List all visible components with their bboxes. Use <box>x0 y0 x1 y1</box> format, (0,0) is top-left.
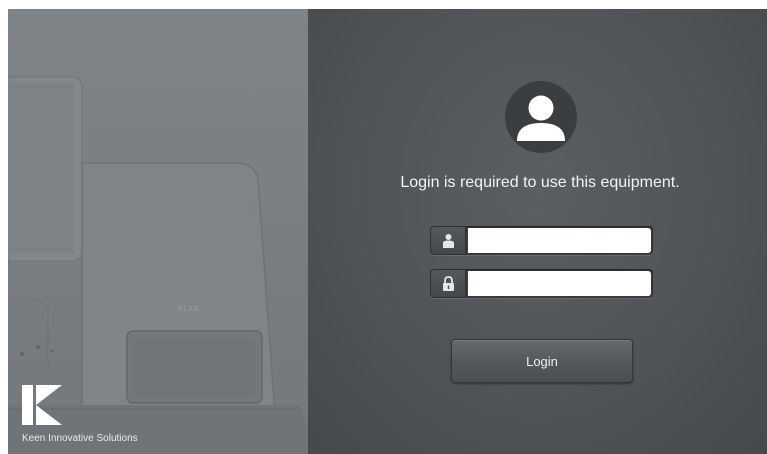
password-field <box>430 269 653 298</box>
username-field <box>430 226 653 255</box>
password-input[interactable] <box>468 271 651 296</box>
password-addon <box>430 269 466 298</box>
login-panel: Login is required to use this equipment. <box>308 9 767 454</box>
device-label: KLAB <box>178 306 200 313</box>
username-input[interactable] <box>468 228 651 253</box>
login-button[interactable]: Login <box>451 339 633 383</box>
login-screen: KLAB Keen Innovative Solutions Login is … <box>8 9 767 454</box>
user-icon <box>443 234 454 248</box>
login-required-message: Login is required to use this equipment. <box>400 174 680 191</box>
username-addon <box>430 226 466 255</box>
lock-icon <box>443 276 454 291</box>
k-logo-icon <box>22 385 62 425</box>
user-avatar-icon <box>505 81 577 153</box>
brand-panel: KLAB Keen Innovative Solutions <box>8 9 308 454</box>
brand: Keen Innovative Solutions <box>22 385 138 444</box>
brand-name: Keen Innovative Solutions <box>22 433 138 444</box>
